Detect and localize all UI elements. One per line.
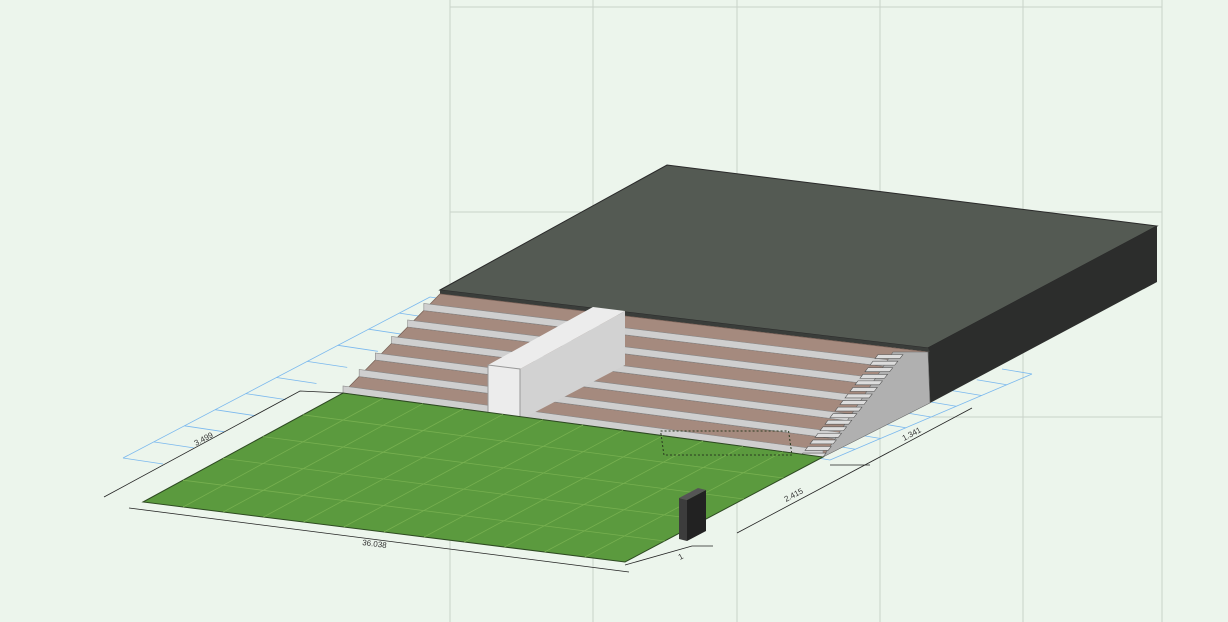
blueprint-line (215, 409, 256, 417)
stair-step (874, 354, 904, 359)
stair-step (844, 393, 873, 399)
blueprint-line (184, 425, 225, 433)
dimension-label-width: 3.499 (193, 430, 215, 448)
stair-step (839, 400, 868, 405)
stair-step (869, 360, 899, 366)
corner-post[interactable] (679, 488, 706, 541)
stair-step (829, 413, 858, 418)
stair-step (804, 446, 832, 451)
blueprint-line (1001, 368, 1033, 375)
stair-step (864, 367, 894, 372)
post-front (679, 498, 687, 541)
blueprint-line (276, 377, 317, 384)
blueprint-line (337, 344, 378, 352)
blueprint-line (951, 390, 982, 396)
stair-step (834, 406, 863, 412)
blueprint-line (122, 457, 164, 465)
3d-model-canvas[interactable]: 3.499 36.038 1 2.415 1.341 (0, 0, 1228, 622)
stair-step (814, 433, 843, 438)
stair-step (854, 380, 884, 386)
stair-step (809, 439, 837, 445)
blueprint-line (245, 393, 286, 400)
dimension-label-corner: 1 (677, 551, 686, 561)
stair-step (859, 374, 889, 379)
dimension-label-length: 36.038 (362, 538, 388, 550)
blueprint-line (153, 441, 194, 449)
aisle-wall-front (487, 364, 521, 421)
3d-viewport[interactable]: 3.499 36.038 1 2.415 1.341 (0, 0, 1228, 622)
blueprint-line (307, 361, 348, 368)
stair-step (824, 419, 853, 425)
blueprint-line (976, 379, 1007, 386)
stair-step (849, 387, 878, 392)
stair-step (819, 426, 848, 432)
dimension-label-side: 2.415 (783, 486, 805, 504)
